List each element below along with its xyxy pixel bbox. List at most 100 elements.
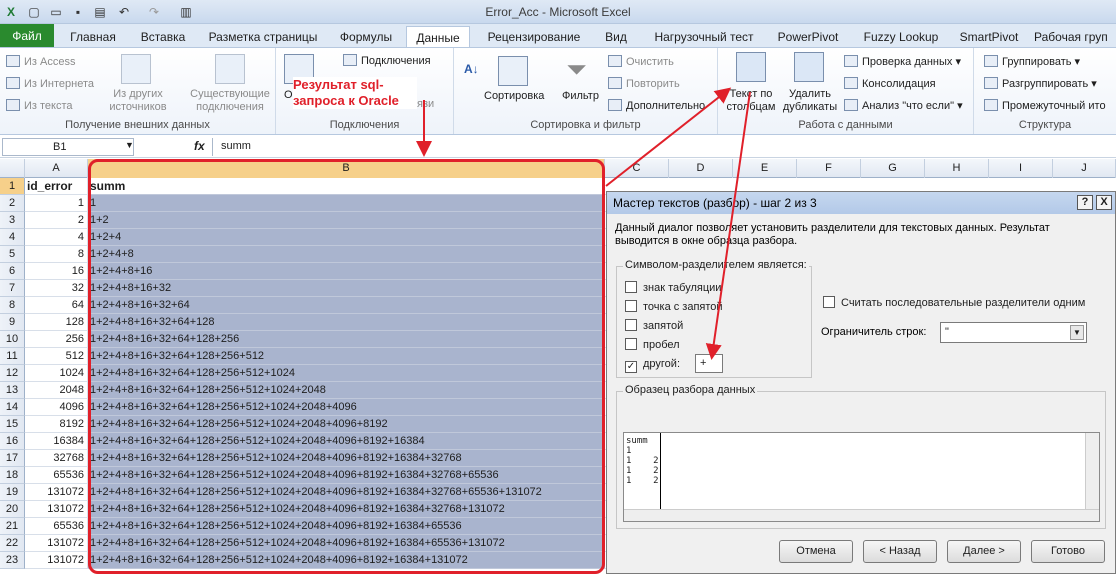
group-button[interactable]: Группировать ▾ [984,55,1080,68]
cell-b[interactable]: 1+2+4+8+16+32+64+128+256+512+1024+2048 [88,382,605,399]
cell-b[interactable]: 1 [88,195,605,212]
other-delimiter-input[interactable]: + [695,354,723,373]
semicolon-checkbox[interactable]: точка с запятой [625,300,723,313]
cell-a[interactable]: 65536 [25,518,88,535]
cell-a[interactable]: 1024 [25,365,88,382]
cell-b[interactable]: 1+2+4+8+16+32+64+128+256+512+1024+2048+4… [88,467,605,484]
cell-a[interactable]: 131072 [25,535,88,552]
horizontal-scrollbar[interactable] [624,509,1099,521]
close-button[interactable]: X [1096,195,1112,210]
column-header-f[interactable]: F [797,159,861,178]
cell-b[interactable]: 1+2+4+8+16+32+64+128+256+512 [88,348,605,365]
cell-a[interactable]: 64 [25,297,88,314]
clear-filter-button[interactable]: Очистить [608,55,674,68]
from-web-button[interactable]: Из Интернета [6,77,94,90]
row-header[interactable]: 4 [0,229,25,246]
edit-links-button[interactable]: язи [417,98,434,110]
cell-b[interactable]: 1+2+4+8+16+32+64+128+256+512+1024+2048+4… [88,416,605,433]
back-button[interactable]: < Назад [863,540,937,563]
cell-a[interactable]: 4096 [25,399,88,416]
cell-a[interactable]: 2048 [25,382,88,399]
consecutive-delimiters-checkbox[interactable]: Считать последовательные разделители одн… [823,296,1085,309]
vertical-scrollbar[interactable] [1085,433,1099,509]
cell-a[interactable]: 8192 [25,416,88,433]
tab-workgroup[interactable]: Рабочая груп [1034,26,1116,48]
fx-icon[interactable]: fx [194,139,205,153]
row-header[interactable]: 6 [0,263,25,280]
cell-b[interactable]: 1+2+4+8+16 [88,263,605,280]
row-header[interactable]: 10 [0,331,25,348]
row-header[interactable]: 2 [0,195,25,212]
tab-data[interactable]: Данные [406,26,470,49]
cell-b[interactable]: 1+2 [88,212,605,229]
from-text-button[interactable]: Из текста [6,99,73,112]
cell-b[interactable]: 1+2+4+8+16+32+64+128+256+512+1024+2048+4… [88,552,605,569]
column-header-j[interactable]: J [1053,159,1116,178]
cell-b[interactable]: 1+2+4+8+16+32+64+128+256+512+1024+2048+4… [88,484,605,501]
cell-a[interactable]: 32 [25,280,88,297]
cell-a[interactable]: 65536 [25,467,88,484]
row-header[interactable]: 5 [0,246,25,263]
text-to-columns-button[interactable]: Текст по столбцам [726,88,776,114]
row-header[interactable]: 14 [0,399,25,416]
tab-view[interactable]: Вид [596,26,636,48]
from-access-button[interactable]: Из Access [6,55,75,68]
row-header[interactable]: 9 [0,314,25,331]
tab-page-layout[interactable]: Разметка страницы [202,26,324,48]
cell-b[interactable]: 1+2+4 [88,229,605,246]
other-sources-button[interactable]: Из других источников [98,88,178,114]
column-header-b[interactable]: B [88,159,605,178]
ungroup-button[interactable]: Разгруппировать ▾ [984,77,1097,90]
column-header-h[interactable]: H [925,159,989,178]
row-header[interactable]: 20 [0,501,25,518]
column-header-d[interactable]: D [669,159,733,178]
cell-b[interactable]: 1+2+4+8+16+32+64 [88,297,605,314]
cell-a[interactable]: 16384 [25,433,88,450]
cell-b[interactable]: 1+2+4+8+16+32+64+128+256+512+1024 [88,365,605,382]
row-header[interactable]: 8 [0,297,25,314]
chevron-down-icon[interactable]: ▼ [1070,325,1084,340]
cell-a[interactable]: 16 [25,263,88,280]
next-button[interactable]: Далее > [947,540,1021,563]
cell-a[interactable]: 131072 [25,552,88,569]
tab-fuzzy-lookup[interactable]: Fuzzy Lookup [856,26,946,48]
name-box[interactable]: B1 [2,138,134,156]
tab-smartpivot[interactable]: SmartPivot [954,26,1024,48]
tab-file[interactable]: Файл [0,24,54,48]
cell-b[interactable]: 1+2+4+8+16+32+64+128 [88,314,605,331]
cell-a1[interactable]: id_error [25,178,88,195]
row-header[interactable]: 21 [0,518,25,535]
cell-b[interactable]: 1+2+4+8+16+32+64+128+256+512+1024+2048+4… [88,535,605,552]
column-header-g[interactable]: G [861,159,925,178]
cell-a[interactable]: 2 [25,212,88,229]
cell-b[interactable]: 1+2+4+8+16+32+64+128+256 [88,331,605,348]
reapply-button[interactable]: Повторить [608,77,680,90]
row-header[interactable]: 13 [0,382,25,399]
cell-a[interactable]: 256 [25,331,88,348]
sort-az-icon[interactable]: А↓ [464,62,479,76]
select-all-corner[interactable] [0,159,25,178]
other-checkbox[interactable]: ✓ другой: [625,358,680,373]
subtotal-button[interactable]: Промежуточный ито [984,99,1106,112]
help-button[interactable]: ? [1077,195,1093,210]
row-header[interactable]: 23 [0,552,25,569]
row-header[interactable]: 12 [0,365,25,382]
remove-duplicates-button[interactable]: Удалить дубликаты [782,88,838,114]
cell-a[interactable]: 1 [25,195,88,212]
advanced-filter-button[interactable]: Дополнительно [608,99,705,112]
column-header-c[interactable]: C [605,159,669,178]
row-header[interactable]: 7 [0,280,25,297]
column-header-i[interactable]: I [989,159,1053,178]
comma-checkbox[interactable]: запятой [625,319,683,332]
formula-input[interactable]: summ [212,138,1112,156]
row-header[interactable]: 22 [0,535,25,552]
cell-a[interactable]: 131072 [25,501,88,518]
connections-button[interactable]: Подключения [343,54,431,67]
tab-load-test[interactable]: Нагрузочный тест [644,26,764,48]
cell-b[interactable]: 1+2+4+8+16+32+64+128+256+512+1024+2048+4… [88,433,605,450]
consolidate-button[interactable]: Консолидация [844,77,936,90]
tab-insert[interactable]: Вставка [132,26,194,48]
cancel-button[interactable]: Отмена [779,540,853,563]
cell-b[interactable]: 1+2+4+8+16+32 [88,280,605,297]
row-header[interactable]: 3 [0,212,25,229]
